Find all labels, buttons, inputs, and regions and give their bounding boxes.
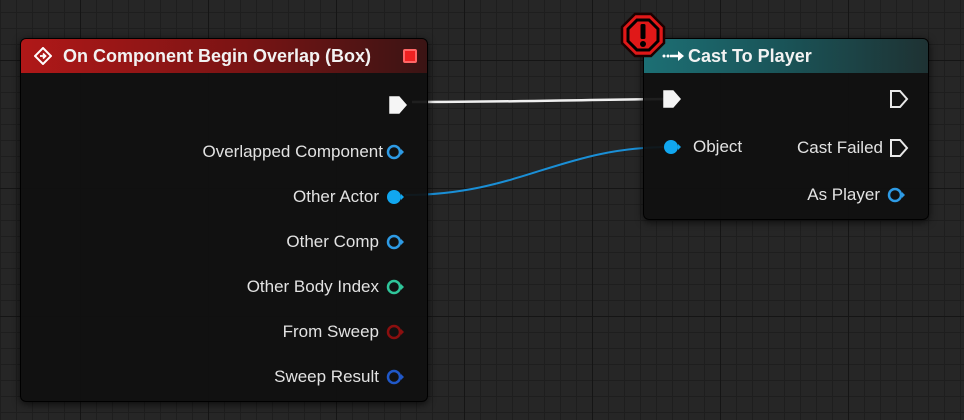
from-sweep-pin[interactable] — [385, 322, 405, 342]
error-icon[interactable] — [620, 12, 666, 58]
exec-wire[interactable] — [411, 97, 667, 104]
other-actor-pin[interactable] — [385, 187, 405, 207]
event-node-title: On Component Begin Overlap (Box) — [63, 46, 372, 66]
cast-failed-pin[interactable] — [889, 138, 909, 158]
pin-label-from-sweep: From Sweep — [282, 322, 379, 341]
pin-label-other-body-index: Other Body Index — [246, 277, 379, 296]
pin-label-overlapped-component: Overlapped Component — [202, 142, 383, 161]
pin-label-as-player: As Player — [807, 185, 880, 204]
event-node-component-begin-overlap[interactable]: On Component Begin Overlap (Box) Overlap… — [20, 38, 428, 402]
event-diamond-icon — [34, 47, 52, 65]
overlapped-component-pin[interactable] — [385, 142, 405, 162]
exec-out-pin[interactable] — [388, 95, 408, 115]
pin-label-other-comp: Other Comp — [286, 232, 379, 251]
pin-label-object: Object — [693, 137, 743, 156]
pin-label-other-actor: Other Actor — [293, 187, 379, 206]
exec-out-pin[interactable] — [889, 89, 909, 109]
pin-label-sweep-result: Sweep Result — [274, 367, 379, 386]
other-comp-pin[interactable] — [385, 232, 405, 252]
pin-label-cast-failed: Cast Failed — [797, 138, 883, 157]
as-player-pin[interactable] — [886, 185, 906, 205]
sweep-result-pin[interactable] — [385, 367, 405, 387]
stop-square-icon[interactable] — [403, 49, 417, 63]
cast-to-player-node[interactable]: Cast To Player Object Cast Failed As Pla… — [643, 38, 929, 220]
other-body-index-pin[interactable] — [385, 277, 405, 297]
event-node-header[interactable]: On Component Begin Overlap (Box) — [21, 39, 427, 73]
exec-in-pin[interactable] — [662, 89, 682, 109]
other-actor-wire[interactable] — [404, 146, 671, 196]
cast-node-header[interactable]: Cast To Player — [644, 39, 928, 73]
object-pin[interactable] — [662, 137, 682, 157]
cast-node-title: Cast To Player — [688, 46, 812, 66]
